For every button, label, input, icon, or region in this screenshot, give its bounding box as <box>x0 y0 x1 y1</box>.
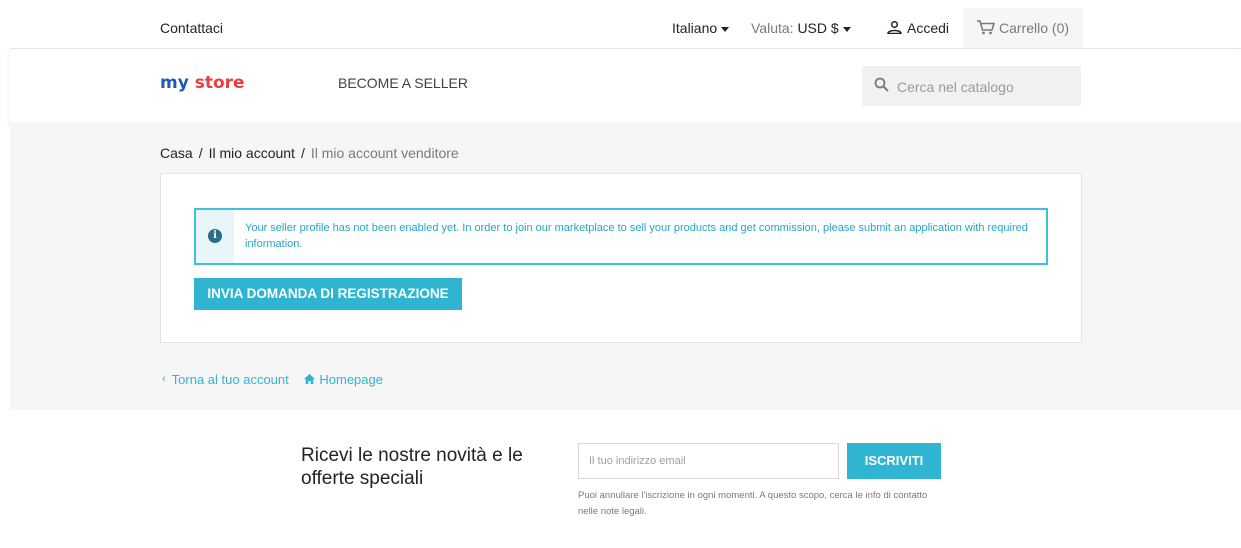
cart-link[interactable]: Carrello (0) <box>963 8 1083 48</box>
logo-part2: store <box>194 73 245 93</box>
submit-application-button[interactable]: INVIA DOMANDA DI REGISTRAZIONE <box>194 278 462 310</box>
breadcrumb-separator: / <box>300 145 305 161</box>
account-links: ‹ Torna al tuo account Homepage <box>162 370 383 387</box>
alert-text: Your seller profile has not been enabled… <box>245 222 1028 250</box>
caret-down-icon <box>721 26 730 32</box>
search-box[interactable]: Cerca nel catalogo <box>862 66 1081 106</box>
seller-account-card: i Your seller profile has not been enabl… <box>160 173 1082 343</box>
homepage-label: Homepage <box>319 371 383 387</box>
cart-icon <box>977 20 996 35</box>
breadcrumb-home[interactable]: Casa <box>160 145 193 161</box>
header: my store BECOME A SELLER Cerca nel catal… <box>10 49 1241 122</box>
newsletter-email-input[interactable]: Il tuo indirizzo email <box>578 443 839 479</box>
subscribe-button[interactable]: ISCRIVITI <box>847 443 941 479</box>
caret-down-icon <box>842 26 851 32</box>
contact-link[interactable]: Contattaci <box>160 20 223 36</box>
cart-label: Carrello (0) <box>999 20 1070 36</box>
back-label: Torna al tuo account <box>171 371 289 387</box>
newsletter-note: Puoi annullare l'iscrizione in ogni mome… <box>578 490 928 517</box>
main-content: Casa / Il mio account / Il mio account vendi… <box>10 122 1241 410</box>
language-selector[interactable]: Italiano <box>672 20 730 36</box>
back-to-account-link[interactable]: ‹ Torna al tuo account <box>162 371 289 387</box>
language-label: Italiano <box>672 20 718 36</box>
info-icon: i <box>208 229 222 243</box>
homepage-link[interactable]: Homepage <box>304 371 383 387</box>
logo-part1: my <box>160 73 189 93</box>
top-bar: Contattaci Italiano Valuta: USD $ Accedi… <box>10 8 1241 49</box>
login-link[interactable]: Accedi <box>887 20 949 36</box>
newsletter-section: Ricevi le nostre novità e le offerte spe… <box>10 410 1241 548</box>
become-seller-link[interactable]: BECOME A SELLER <box>338 75 468 91</box>
newsletter-title: Ricevi le nostre novità e le offerte spe… <box>301 445 523 489</box>
breadcrumb-account[interactable]: Il mio account <box>209 145 295 161</box>
search-input[interactable]: Cerca nel catalogo <box>897 79 1014 95</box>
user-icon <box>887 20 902 35</box>
login-label: Accedi <box>907 20 950 36</box>
currency-selector[interactable]: Valuta: USD $ <box>751 20 851 36</box>
home-icon <box>304 374 316 385</box>
breadcrumb-separator: / <box>198 145 203 161</box>
alert-icon-column: i <box>196 210 234 263</box>
search-icon <box>874 77 889 92</box>
chevron-left-icon: ‹ <box>162 373 166 386</box>
store-logo[interactable]: my store <box>160 73 245 93</box>
breadcrumb: Casa / Il mio account / Il mio account vendi… <box>160 145 459 161</box>
currency-value: USD $ <box>797 20 839 36</box>
currency-label: Valuta: <box>751 20 794 36</box>
breadcrumb-current: Il mio account venditore <box>310 145 459 161</box>
info-alert: i Your seller profile has not been enabl… <box>194 208 1048 265</box>
